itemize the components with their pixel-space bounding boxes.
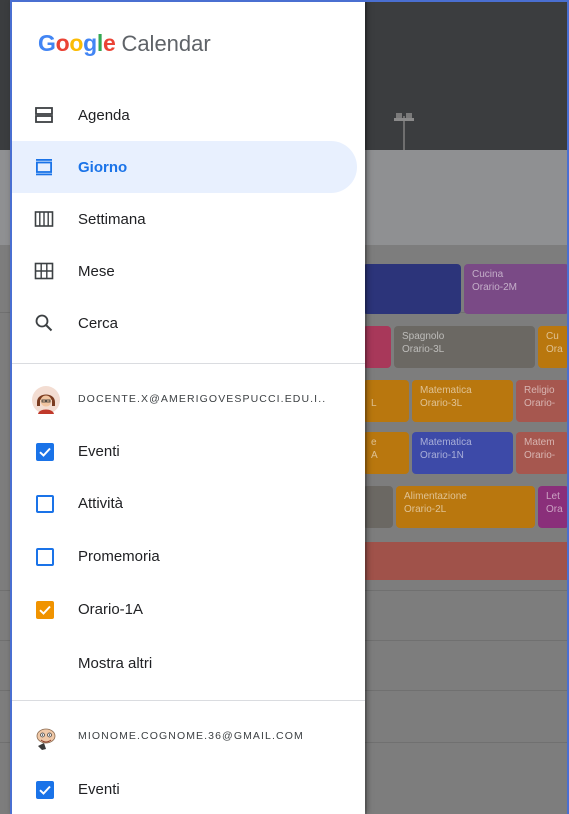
calendar-event[interactable]: Cucina Orario-2M (464, 264, 569, 314)
event-title: Spagnolo (402, 331, 445, 342)
calendar-toggle-eventi[interactable]: Eventi (10, 764, 365, 814)
account-email: MIONOME.COGNOME.36@GMAIL.COM (78, 730, 304, 742)
event-calendar: Orario-1N (420, 450, 464, 461)
view-item-agenda[interactable]: Agenda (10, 89, 357, 141)
event-calendar: Orario-2L (404, 504, 447, 515)
day-icon (36, 159, 52, 176)
logo-letter: G (38, 30, 56, 56)
view-item-mese[interactable]: Mese (10, 245, 357, 297)
calendar-toggle-promemoria[interactable]: Promemoria (10, 531, 365, 583)
google-wordmark: Google (38, 30, 116, 57)
view-item-settimana[interactable]: Settimana (10, 193, 357, 245)
calendar-toggle-eventi[interactable]: Eventi (10, 426, 365, 478)
view-item-giorno[interactable]: Giorno (10, 141, 357, 193)
event-calendar: L (371, 398, 377, 409)
view-item-label: Mese (78, 262, 115, 280)
checkbox-unchecked-icon[interactable] (36, 495, 54, 513)
calendar-label: Orario-1A (78, 601, 144, 618)
calendar-event[interactable]: Matematica Orario-3L (412, 380, 513, 422)
logo-letter: g (83, 30, 97, 56)
checkbox-unchecked-icon[interactable] (36, 548, 54, 566)
show-more-link[interactable]: Mostra altri (78, 655, 152, 672)
event-title: Matem (524, 437, 555, 448)
lamp-illustration (394, 113, 414, 150)
calendar-event[interactable]: Alimentazione Orario-2L (396, 486, 535, 528)
week-icon (34, 211, 54, 227)
view-item-cerca[interactable]: Cerca (10, 297, 357, 349)
divider (10, 363, 365, 364)
month-icon (34, 262, 54, 280)
window-frame (10, 0, 569, 2)
logo-letter: o (69, 30, 84, 56)
calendar-event[interactable] (363, 264, 461, 314)
event-title: Cu (546, 331, 559, 342)
calendar-event[interactable]: Religio Orario- (516, 380, 569, 422)
event-calendar: Ora (546, 504, 563, 515)
view-item-label: Cerca (78, 314, 119, 332)
event-title: e (371, 437, 377, 448)
navigation-drawer: Google Calendar Agenda Giorno Settimana (10, 0, 365, 814)
view-item-label: Settimana (78, 210, 146, 228)
calendar-event[interactable]: e A (363, 432, 409, 474)
calendar-label: Eventi (78, 443, 120, 460)
event-calendar: Orario- (524, 450, 556, 461)
calendar-label: Attività (78, 495, 124, 512)
avatar-icon (32, 386, 60, 414)
all-day-event-bar[interactable] (363, 542, 569, 580)
checkbox-checked-icon[interactable] (36, 601, 54, 619)
event-title: Religio (524, 385, 555, 396)
calendar-toggle-attivita[interactable]: Attività (10, 478, 365, 530)
calendar-label: Eventi (78, 781, 120, 798)
search-icon (35, 314, 53, 332)
product-name: Calendar (121, 31, 211, 56)
logo-letter: e (102, 30, 116, 56)
calendar-label: Promemoria (78, 548, 160, 565)
event-title: Matematica (420, 437, 472, 448)
account-header[interactable]: MIONOME.COGNOME.36@GMAIL.COM (10, 711, 365, 763)
google-calendar-logo: Google Calendar (38, 30, 211, 60)
event-calendar: Orario- (524, 398, 556, 409)
account-email: DOCENTE.X@AMERIGOVESPUCCI.EDU.I.. (78, 393, 327, 405)
calendar-event[interactable] (363, 486, 393, 528)
avatar-icon (32, 723, 60, 751)
event-title: Matematica (420, 385, 472, 396)
calendar-event[interactable]: Let Ora (538, 486, 569, 528)
calendar-event[interactable]: Matem Orario- (516, 432, 569, 474)
event-calendar: A (371, 450, 378, 461)
event-title (371, 384, 401, 397)
calendar-event[interactable]: Cu Ora (538, 326, 569, 368)
event-calendar: Ora (546, 344, 563, 355)
checkbox-checked-icon[interactable] (36, 443, 54, 461)
agenda-icon (35, 107, 53, 123)
window-frame (10, 0, 12, 814)
calendar-event[interactable]: L (363, 380, 409, 422)
event-title: Let (546, 491, 560, 502)
divider (10, 700, 365, 701)
calendar-event[interactable]: Matematica Orario-1N (412, 432, 513, 474)
event-calendar: Orario-2M (472, 282, 518, 293)
calendar-event[interactable] (363, 326, 391, 368)
view-item-label: Agenda (78, 106, 130, 124)
event-calendar: Orario-3L (420, 398, 463, 409)
view-item-label: Giorno (78, 158, 128, 176)
event-title: Cucina (472, 269, 504, 280)
calendar-event[interactable]: Spagnolo Orario-3L (394, 326, 535, 368)
event-title: Alimentazione (404, 491, 467, 502)
logo-letter: o (55, 30, 70, 56)
checkbox-checked-icon[interactable] (36, 781, 54, 799)
event-calendar: Orario-3L (402, 344, 445, 355)
calendar-toggle-orario-1a[interactable]: Orario-1A (10, 584, 365, 636)
account-header[interactable]: DOCENTE.X@AMERIGOVESPUCCI.EDU.I.. (10, 374, 365, 426)
